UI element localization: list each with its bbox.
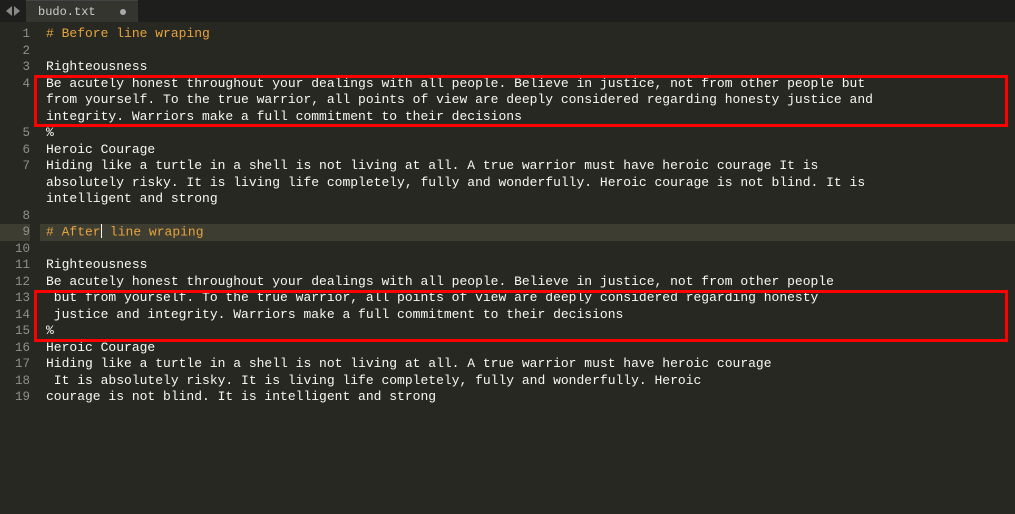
code-line[interactable]	[40, 208, 1015, 225]
code-line[interactable]: Be acutely honest throughout your dealin…	[40, 76, 1015, 93]
line-number	[0, 109, 30, 126]
line-number: 8	[0, 208, 30, 225]
line-number: 12	[0, 274, 30, 291]
line-number	[0, 92, 30, 109]
code-line[interactable]: but from yourself. To the true warrior, …	[40, 290, 1015, 307]
line-number: 16	[0, 340, 30, 357]
code-line[interactable]: absolutely risky. It is living life comp…	[40, 175, 1015, 192]
nav-back-icon[interactable]	[6, 6, 12, 16]
line-number: 6	[0, 142, 30, 159]
code-line[interactable]: # Before line wraping	[40, 26, 1015, 43]
tab-budo[interactable]: budo.txt	[26, 0, 138, 22]
line-number: 2	[0, 43, 30, 60]
line-number: 14	[0, 307, 30, 324]
code-line[interactable]: Hiding like a turtle in a shell is not l…	[40, 356, 1015, 373]
code-line[interactable]: courage is not blind. It is intelligent …	[40, 389, 1015, 406]
code-line[interactable]: Heroic Courage	[40, 340, 1015, 357]
code-line[interactable]: It is absolutely risky. It is living lif…	[40, 373, 1015, 390]
line-number: 4	[0, 76, 30, 93]
line-number: 13	[0, 290, 30, 307]
line-number: 3	[0, 59, 30, 76]
code-line[interactable]	[40, 241, 1015, 258]
code-line[interactable]: # After line wraping	[40, 224, 1015, 241]
line-number: 19	[0, 389, 30, 406]
tab-label: budo.txt	[38, 5, 96, 19]
line-number: 7	[0, 158, 30, 175]
gutter: 12345678910111213141516171819	[0, 22, 40, 514]
code-line[interactable]: %	[40, 323, 1015, 340]
content[interactable]: # Before line wrapingRighteousnessBe acu…	[40, 22, 1015, 514]
line-number: 10	[0, 241, 30, 258]
code-line[interactable]: integrity. Warriors make a full commitme…	[40, 109, 1015, 126]
editor[interactable]: 12345678910111213141516171819 # Before l…	[0, 22, 1015, 514]
line-number: 1	[0, 26, 30, 43]
line-number: 9	[0, 224, 30, 241]
code-line[interactable]: from yourself. To the true warrior, all …	[40, 92, 1015, 109]
line-number	[0, 175, 30, 192]
line-number: 5	[0, 125, 30, 142]
code-line[interactable]: %	[40, 125, 1015, 142]
code-line[interactable]: intelligent and strong	[40, 191, 1015, 208]
line-number	[0, 191, 30, 208]
code-line[interactable]: Righteousness	[40, 257, 1015, 274]
titlebar: budo.txt	[0, 0, 1015, 22]
code-line[interactable]: Righteousness	[40, 59, 1015, 76]
code-line[interactable]: Heroic Courage	[40, 142, 1015, 159]
dirty-indicator-icon	[120, 9, 126, 15]
nav-forward-icon[interactable]	[14, 6, 20, 16]
code-line[interactable]: justice and integrity. Warriors make a f…	[40, 307, 1015, 324]
code-line[interactable]: Be acutely honest throughout your dealin…	[40, 274, 1015, 291]
line-number: 15	[0, 323, 30, 340]
line-number: 17	[0, 356, 30, 373]
line-number: 18	[0, 373, 30, 390]
code-line[interactable]: Hiding like a turtle in a shell is not l…	[40, 158, 1015, 175]
nav-arrows	[0, 6, 26, 16]
line-number: 11	[0, 257, 30, 274]
code-line[interactable]	[40, 43, 1015, 60]
